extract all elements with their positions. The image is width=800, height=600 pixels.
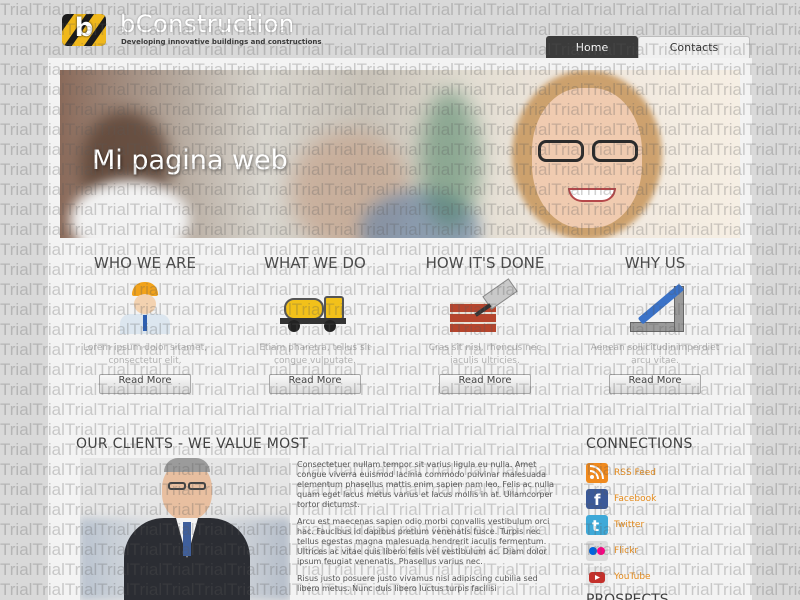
logo-icon[interactable]: b — [62, 14, 106, 46]
connection-label: Flickr — [614, 546, 639, 556]
site-tagline: Developing innovative buildings and cons… — [121, 38, 322, 46]
worker-icon — [110, 282, 180, 336]
ruler-pencil-icon — [620, 282, 690, 336]
svg-text:t: t — [592, 517, 599, 535]
mixer-truck-icon — [280, 282, 350, 336]
flickr-icon — [586, 541, 608, 561]
clients-paragraph: Consectetuer nullam tempor sit varius li… — [297, 460, 554, 509]
feature-title: WHAT WE DO — [264, 254, 366, 272]
client-photo — [80, 458, 290, 600]
read-more-button[interactable]: Read More — [609, 374, 701, 394]
connection-label: Facebook — [614, 494, 657, 504]
clients-paragraph: Risus justo posuere justo vivamus nisl a… — [297, 574, 538, 593]
feature-title: HOW IT'S DONE — [425, 254, 545, 272]
connection-facebook[interactable]: f Facebook — [586, 486, 656, 512]
read-more-button[interactable]: Read More — [269, 374, 361, 394]
nav-home-button[interactable]: Home — [546, 36, 638, 58]
read-more-button[interactable]: Read More — [99, 374, 191, 394]
svg-text:f: f — [594, 491, 601, 509]
connection-flickr[interactable]: Flickr — [586, 538, 656, 564]
hero-title: Mi pagina web — [92, 145, 288, 176]
feature-title: WHY US — [624, 254, 686, 272]
feature-how-its-done: HOW IT'S DONE Cras sit nisl, rhoncus nec… — [400, 245, 570, 394]
twitter-icon: t — [586, 515, 608, 535]
connections-list: RSS Feed f Facebook t Twitter Flickr You… — [586, 460, 656, 590]
connection-rss[interactable]: RSS Feed — [586, 460, 656, 486]
prospects-heading: PROSPECTS — [586, 592, 669, 600]
feature-text: Aenean sollicitudinimperdiet arcu vitae. — [590, 343, 720, 366]
clients-paragraph: Arcu est maecenas sapien odio morbi conv… — [297, 517, 550, 566]
rss-icon — [586, 463, 608, 483]
connection-label: YouTube — [614, 572, 651, 582]
feature-text: Lorem ipsum dolor sitamet, consectetur e… — [83, 343, 207, 366]
feature-title: WHO WE ARE — [94, 254, 196, 272]
read-more-button[interactable]: Read More — [439, 374, 531, 394]
site-title[interactable]: bConstruction — [120, 10, 295, 38]
clients-heading: OUR CLIENTS - WE VALUE MOST — [76, 436, 309, 452]
feature-what-we-do: WHAT WE DO Etiam pharetra, tellus sit co… — [230, 245, 400, 394]
logo-letter: b — [74, 14, 94, 43]
bricks-trowel-icon — [450, 278, 520, 336]
connection-twitter[interactable]: t Twitter — [586, 512, 656, 538]
features-row: WHO WE ARE Lorem ipsum dolor sitamet, co… — [60, 245, 740, 415]
connections-heading: CONNECTIONS — [586, 436, 693, 452]
main-nav: Home Contacts — [546, 36, 750, 58]
youtube-icon — [586, 567, 608, 587]
connection-label: Twitter — [614, 520, 645, 530]
feature-why-us: WHY US Aenean sollicitudinimperdiet arcu… — [570, 245, 740, 394]
facebook-icon: f — [586, 489, 608, 509]
nav-contacts-button[interactable]: Contacts — [638, 36, 750, 58]
feature-who-we-are: WHO WE ARE Lorem ipsum dolor sitamet, co… — [60, 245, 230, 394]
connection-label: RSS Feed — [614, 468, 657, 478]
site-header: b bConstruction Developing innovative bu… — [0, 0, 800, 60]
feature-text: Cras sit nisl, rhoncus nec iaculis ultri… — [428, 343, 542, 366]
feature-text: Etiam pharetra, tellus sit congue vulput… — [259, 343, 371, 366]
connection-youtube[interactable]: YouTube — [586, 564, 656, 590]
clients-text: Consectetuer nullam tempor sit varius li… — [297, 460, 555, 600]
